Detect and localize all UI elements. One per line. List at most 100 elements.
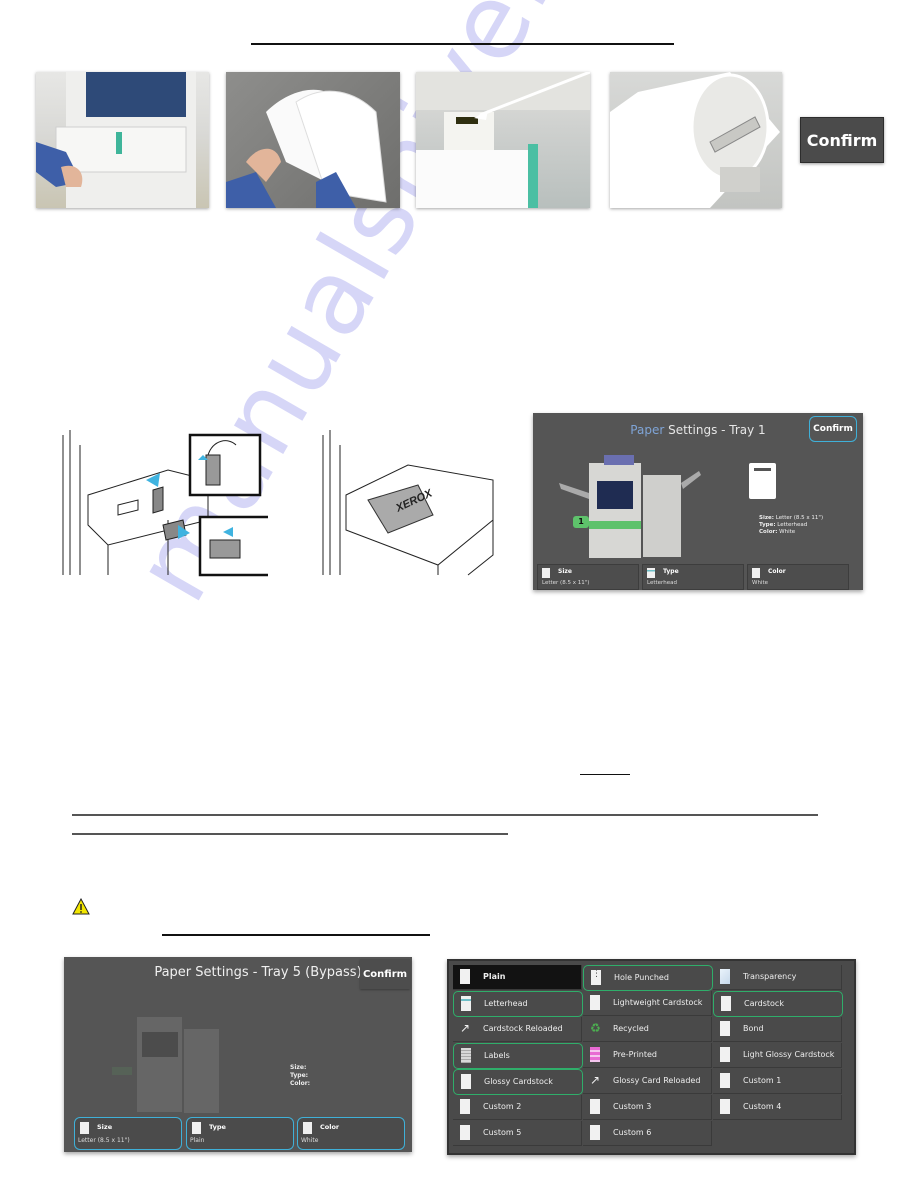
size-label: Size: <box>759 515 774 521</box>
fan-paper-photo <box>226 72 400 208</box>
paper-type-hole-punched[interactable]: Hole Punched <box>583 965 713 991</box>
plain-paper-icon <box>590 995 600 1010</box>
color-tile[interactable]: Color White <box>297 1117 405 1150</box>
paper-type-cardstock[interactable]: Cardstock <box>713 991 843 1017</box>
plain-paper-icon <box>720 1099 730 1114</box>
tile-value: Letter (8.5 x 11") <box>542 580 590 586</box>
paper-type-labels[interactable]: Labels <box>453 1043 583 1069</box>
plain-paper-icon <box>460 1099 470 1114</box>
paper-preview-icon <box>749 463 776 499</box>
paper-type-bond[interactable]: Bond <box>713 1017 842 1042</box>
paper-type-recycled[interactable]: ♻ Recycled <box>583 1017 712 1042</box>
paper-type-label: Custom 3 <box>613 1102 652 1111</box>
paper-type-label: Cardstock Reloaded <box>483 1024 563 1033</box>
holes-paper-icon <box>591 969 601 985</box>
printer-illustration-faded <box>112 1017 219 1113</box>
paper-type-label: Custom 4 <box>743 1102 782 1111</box>
paper-type-letterhead[interactable]: Letterhead <box>453 991 583 1017</box>
paper-type-light-glossy-cardstock[interactable]: Light Glossy Cardstock <box>713 1043 842 1068</box>
paper-info: Size: Letter (8.5 x 11") Type: Letterhea… <box>759 515 823 536</box>
recycle-paper-icon: ♻ <box>590 1021 601 1035</box>
confirm-button[interactable]: Confirm <box>360 959 410 989</box>
paper-type-label: Glossy Cardstock <box>484 1077 553 1086</box>
type-label: Type: <box>290 1072 309 1079</box>
tile-label: Color <box>768 568 786 575</box>
labels-paper-icon <box>461 1048 471 1063</box>
letterhead-paper-icon <box>461 996 471 1011</box>
tile-label: Size <box>97 1123 113 1131</box>
title-accent: Paper <box>630 423 665 437</box>
reload-paper-icon: ↗ <box>460 1021 471 1035</box>
paper-icon <box>192 1122 201 1134</box>
paper-type-label: Custom 5 <box>483 1128 522 1137</box>
paper-type-label: Custom 1 <box>743 1076 782 1085</box>
paper-type-pre-printed[interactable]: Pre-Printed <box>583 1043 712 1068</box>
color-tile[interactable]: Color White <box>747 564 849 590</box>
plain-paper-icon <box>720 1047 730 1062</box>
type-value: Letterhead <box>775 522 808 528</box>
paper-type-label: Cardstock <box>744 999 784 1008</box>
paper-type-label: Letterhead <box>484 999 528 1008</box>
size-label: Size: <box>290 1064 307 1071</box>
paper-type-list: Plain Hole Punched Transparency Letterhead L… <box>447 959 856 1155</box>
type-label: Type: <box>759 522 776 528</box>
paper-type-plain[interactable]: Plain <box>453 965 582 990</box>
tile-value: Letter (8.5 x 11") <box>78 1137 130 1144</box>
paper-icon <box>80 1122 89 1134</box>
color-label: Color: <box>290 1080 311 1087</box>
tray5-paper-settings-screen: Paper Settings - Tray 5 (Bypass) Confirm… <box>64 957 412 1152</box>
guide-edge-photo <box>610 72 782 208</box>
paper-type-label: Bond <box>743 1024 764 1033</box>
loaded-tray-drawing: XEROX <box>322 430 494 576</box>
tile-label: Type <box>663 568 679 575</box>
tile-label: Color <box>320 1123 340 1131</box>
tile-value: White <box>301 1137 319 1144</box>
plain-paper-icon <box>461 1074 471 1089</box>
paper-icon <box>752 568 760 578</box>
max-fill-line-photo <box>416 72 590 208</box>
underline-short <box>580 774 630 775</box>
paper-info: Size: Type: Color: <box>290 1064 310 1088</box>
plain-paper-icon <box>460 969 470 984</box>
plain-paper-icon <box>460 1125 470 1140</box>
paper-type-cardstock-reloaded[interactable]: ↗ Cardstock Reloaded <box>453 1017 582 1042</box>
paper-type-lightweight-cardstock[interactable]: Lightweight Cardstock <box>583 991 712 1016</box>
warning-icon <box>72 898 90 915</box>
type-tile[interactable]: Type Plain <box>186 1117 294 1150</box>
tile-value: White <box>752 580 768 586</box>
paper-type-custom-2[interactable]: Custom 2 <box>453 1095 582 1120</box>
size-tile[interactable]: Size Letter (8.5 x 11") <box>537 564 639 590</box>
plain-paper-icon <box>720 1021 730 1036</box>
size-tile[interactable]: Size Letter (8.5 x 11") <box>74 1117 182 1150</box>
paper-type-custom-5[interactable]: Custom 5 <box>453 1121 582 1146</box>
color-value: White <box>777 529 796 535</box>
adjust-guides-drawing <box>62 430 268 577</box>
paper-icon <box>303 1122 312 1134</box>
tile-label: Size <box>558 568 572 575</box>
paper-type-label: Recycled <box>613 1024 649 1033</box>
paper-type-custom-6[interactable]: Custom 6 <box>583 1121 712 1146</box>
tile-label: Type <box>209 1123 226 1131</box>
paper-type-label: Custom 2 <box>483 1102 522 1111</box>
paper-type-glossy-cardstock[interactable]: Glossy Cardstock <box>453 1069 583 1095</box>
paper-type-custom-4[interactable]: Custom 4 <box>713 1095 842 1120</box>
printer-illustration <box>559 455 701 558</box>
confirm-button[interactable]: Confirm <box>800 117 884 163</box>
tray-badge: 1 <box>573 516 589 528</box>
tile-value: Letterhead <box>647 580 677 586</box>
paper-type-label: Glossy Card Reloaded <box>613 1076 701 1085</box>
open-tray-photo <box>36 72 209 208</box>
plain-paper-icon <box>721 996 731 1011</box>
paper-type-custom-3[interactable]: Custom 3 <box>583 1095 712 1120</box>
plain-paper-icon <box>590 1125 600 1140</box>
preprinted-paper-icon <box>590 1047 600 1062</box>
tray1-paper-settings-screen: Paper Settings - Tray 1 Confirm 1 Size: … <box>533 413 863 590</box>
paper-type-transparency[interactable]: Transparency <box>713 965 842 990</box>
underline-long-2 <box>72 833 508 835</box>
type-tile[interactable]: Type Letterhead <box>642 564 744 590</box>
paper-type-label: Pre-Printed <box>613 1050 658 1059</box>
underline-warning <box>162 934 430 936</box>
paper-type-glossy-card-reloaded[interactable]: ↗ Glossy Card Reloaded <box>583 1069 712 1094</box>
paper-type-custom-1[interactable]: Custom 1 <box>713 1069 842 1094</box>
confirm-button[interactable]: Confirm <box>809 416 857 442</box>
